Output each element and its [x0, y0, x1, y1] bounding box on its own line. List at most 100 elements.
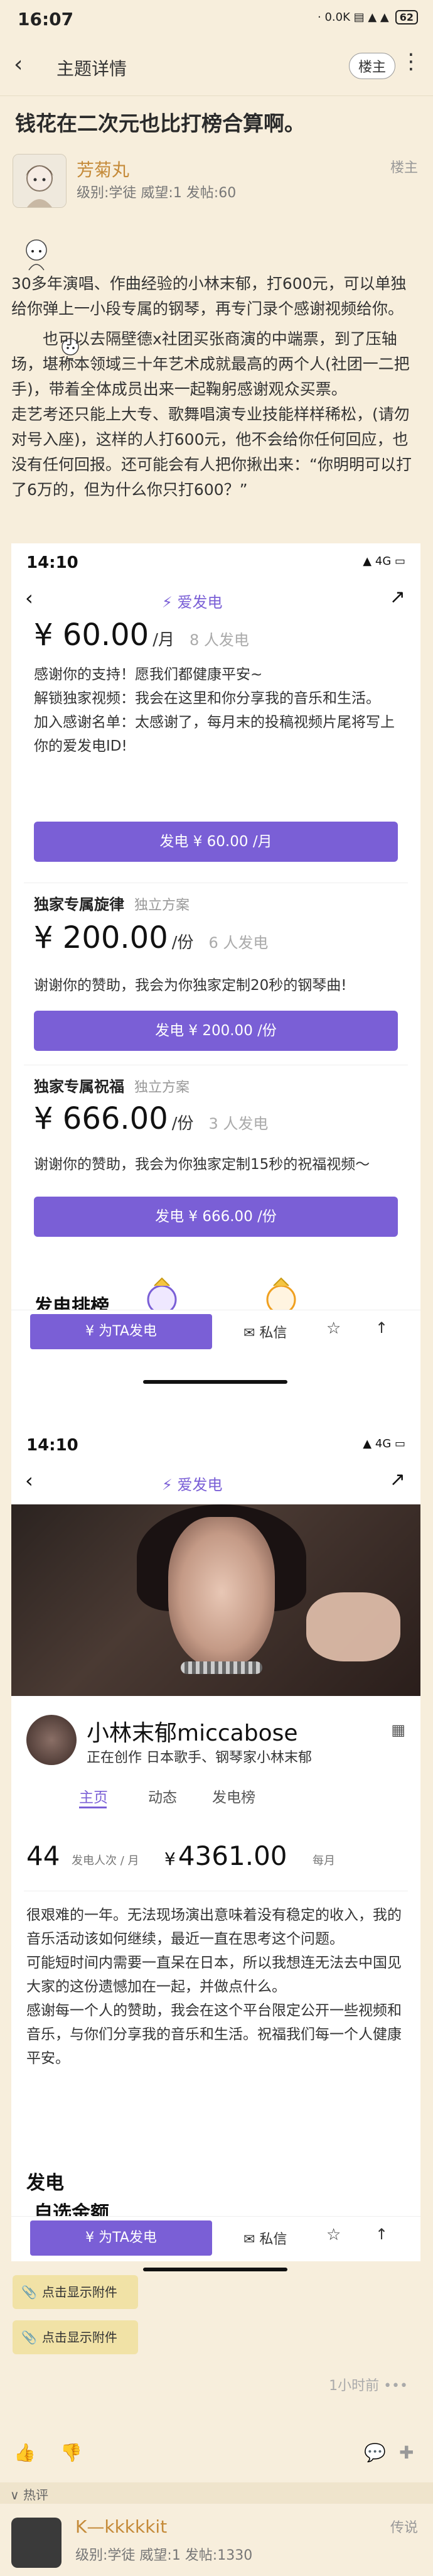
share-icon: ↑ — [375, 2225, 388, 2243]
reply-item: K—kkkkkit 级别:学徒 威望:1 发帖:1330 传说 — [0, 2513, 433, 2576]
owner-only-button[interactable]: 楼主 — [348, 53, 395, 79]
tier-desc-line: 感谢你的支持！愿我们都健康平安~ — [34, 666, 263, 683]
paperclip-icon: 📎 — [21, 2285, 37, 2300]
phone-navbar: ‹ ⚡ 爱发电 ↗ — [11, 1464, 420, 1501]
phone-status-bar: 14:10 ▲ 4G ▭ — [11, 543, 420, 581]
add-icon[interactable]: ✚ — [399, 2442, 414, 2463]
reply-floor-tag: 传说 — [390, 2520, 418, 2536]
post-title: 钱花在二次元也比打榜合算啊。 — [15, 111, 305, 136]
show-attachment-button[interactable]: 📎 点击显示附件 — [13, 2320, 138, 2354]
intro-paragraph: 很艰难的一年。无法现场演出意味着没有稳定的收入，我的音乐活动该如何继续，最近一直… — [26, 1907, 402, 1947]
back-icon: ‹ — [25, 1469, 33, 1492]
tier-amount: ¥ 60.00 — [34, 617, 149, 653]
app-brand: ⚡ 爱发电 — [162, 1472, 222, 1494]
share-icon: ↗ — [389, 586, 405, 608]
message-button: ✉ 私信 — [243, 1325, 287, 1341]
cover-photo-face — [168, 1517, 275, 1668]
tier-description: 感谢你的支持！愿我们都健康平安~ 解锁独家视频：我会在这里和你分享我的音乐和生活… — [34, 663, 398, 758]
profile-name: 小林末郁miccabose — [87, 1720, 298, 1746]
hot-comments-header[interactable]: ∨ 热评 — [0, 2482, 433, 2504]
tab-home: 主页 — [79, 1790, 108, 1806]
share-icon: ↗ — [389, 1469, 405, 1491]
attachment-label: 点击显示附件 — [41, 2285, 117, 2300]
author-name[interactable]: 芳菊丸 — [77, 156, 129, 182]
phone-navbar: ‹ ⚡ 爱发电 ↗ — [11, 581, 420, 619]
give-button: ¥ 为TA发电 — [30, 2220, 212, 2256]
app-brand: ⚡ 爱发电 — [162, 590, 222, 612]
tier-title-label: 独家专属祝福 — [34, 1078, 124, 1095]
embedded-screenshot-profile: 14:10 ▲ 4G ▭ ‹ ⚡ 爱发电 ↗ 小林末郁miccabose 正在创… — [11, 1426, 420, 2261]
reply-author-meta: 级别:学徒 威望:1 发帖:1330 — [75, 2548, 253, 2563]
tier-unit: /份 — [171, 1114, 194, 1133]
tier-subtitle: 独立方案 — [134, 1080, 190, 1095]
floor-tag: 楼主 — [390, 160, 418, 176]
top-navbar: ‹ 主题详情 楼主 ⋮ — [0, 38, 433, 96]
profile-stats: 44 发电人次 / 月 ¥4361.00 每月 — [26, 1840, 415, 1878]
post-author: 芳菊丸 级别:学徒 威望:1 发帖:60 楼主 — [0, 154, 433, 223]
tab-activity: 动态 — [148, 1790, 177, 1806]
profile-cover-photo — [11, 1504, 420, 1696]
comment-icon[interactable]: 💬 — [364, 2442, 386, 2463]
section-heading: 发电 — [26, 2172, 64, 2194]
profile-subtitle: 正在创作 日本歌手、钢琴家小林末郁 — [87, 1750, 312, 1766]
hot-comments-label: ∨ 热评 — [10, 2487, 48, 2503]
tier-title: 独家专属祝福 独立方案 — [34, 1074, 190, 1096]
tier-subtitle: 独立方案 — [134, 898, 190, 913]
post-body: 30多年演唱、作曲经验的小林末郁，打600元，可以单独给你弹上一小段专属的钢琴，… — [11, 271, 419, 503]
monthly-amount-label: 每月 — [313, 1854, 335, 1867]
back-icon[interactable]: ‹ — [14, 52, 23, 77]
profile-avatar — [26, 1715, 77, 1765]
status-bar: 16:07 · 0.0K ▤ ▲ ▲ 62 — [0, 0, 433, 38]
monthly-amount: ¥4361.00 — [164, 1840, 287, 1871]
cover-photo-necklace — [181, 1661, 262, 1674]
tier-description: 谢谢你的赞助，我会为你独家定制20秒的钢琴曲! — [34, 977, 347, 994]
phone-time: 14:10 — [26, 1436, 78, 1455]
reply-author-name[interactable]: K—kkkkkit — [75, 2516, 167, 2537]
battery-icon: 62 — [395, 10, 418, 24]
bottom-action-bar: ¥ 为TA发电 ✉ 私信 ☆ ↑ — [11, 2216, 420, 2261]
post-paragraph: 走艺考还只能上大专、歌舞唱演专业技能样样稀松，(请勿对号入座)，这样的人打600… — [11, 405, 412, 499]
tier-desc-line: 加入感谢名单：太感谢了，每月末的投稿视频片尾将写上你的爱发电ID! — [34, 714, 395, 754]
supporter-count: 44 — [26, 1840, 60, 1871]
cover-photo-hand — [306, 1592, 400, 1661]
author-avatar[interactable] — [13, 154, 67, 208]
tier-title-label: 独家专属旋律 — [34, 896, 124, 913]
paperclip-icon: 📎 — [21, 2330, 37, 2345]
home-indicator — [143, 2268, 287, 2271]
active-tab-underline — [79, 1807, 107, 1808]
post-paragraph: 也可以去隔壁德x社团买张商演的中端票，到了压轴场，堪称本领域三十年艺术成就最高的… — [11, 330, 410, 398]
chibi-sticker-icon — [25, 239, 48, 271]
app-brand-label: 爱发电 — [177, 594, 223, 611]
star-icon: ☆ — [326, 2225, 341, 2244]
tier-count: 8 人发电 — [189, 631, 249, 649]
give-button: ¥ 为TA发电 — [30, 1314, 212, 1349]
post-time: 1小时前 ••• — [329, 2378, 408, 2394]
star-icon: ☆ — [326, 1319, 341, 1338]
bottom-action-bar: ¥ 为TA发电 ✉ 私信 ☆ ↑ — [11, 1310, 420, 1354]
tier-button: 发电 ¥ 60.00 /月 — [34, 822, 398, 862]
status-time: 16:07 — [18, 9, 74, 30]
post-actions: 👍 👎 💬 ✚ — [0, 2437, 433, 2469]
show-attachment-button[interactable]: 📎 点击显示附件 — [13, 2275, 138, 2309]
tier-amount: ¥ 666.00 — [34, 1101, 168, 1136]
profile-intro: 很艰难的一年。无法现场演出意味着没有稳定的收入，我的音乐活动该如何继续，最近一直… — [26, 1903, 403, 2070]
tier-unit: /月 — [152, 631, 174, 649]
custom-amount-heading: 自选金额 — [34, 2202, 109, 2216]
tier-button: 发电 ¥ 666.00 /份 — [34, 1197, 398, 1237]
tier-price: ¥ 666.00/份 3 人发电 — [34, 1101, 268, 1136]
tier-unit: /份 — [171, 933, 194, 952]
tier-title: 独家专属旋律 独立方案 — [34, 892, 190, 914]
status-icons: · 0.0K ▤ ▲ ▲ 62 — [318, 10, 418, 24]
share-icon: ↑ — [375, 1319, 388, 1337]
tab-leaderboard: 发电榜 — [212, 1790, 255, 1806]
tier-count: 6 人发电 — [208, 934, 269, 952]
home-indicator — [143, 1380, 287, 1384]
phone-time: 14:10 — [26, 553, 78, 572]
more-options-icon[interactable]: ⋮ — [400, 49, 422, 74]
phone-signal-icons: ▲ 4G ▭ — [363, 555, 405, 568]
tier-desc-line: 解锁独家视频：我会在这里和你分享我的音乐和生活。 — [34, 690, 380, 707]
dislike-icon[interactable]: 👎 — [60, 2442, 82, 2463]
like-icon[interactable]: 👍 — [14, 2442, 36, 2463]
monthly-amount-value: 4361.00 — [178, 1840, 287, 1871]
reply-avatar[interactable] — [11, 2518, 61, 2568]
